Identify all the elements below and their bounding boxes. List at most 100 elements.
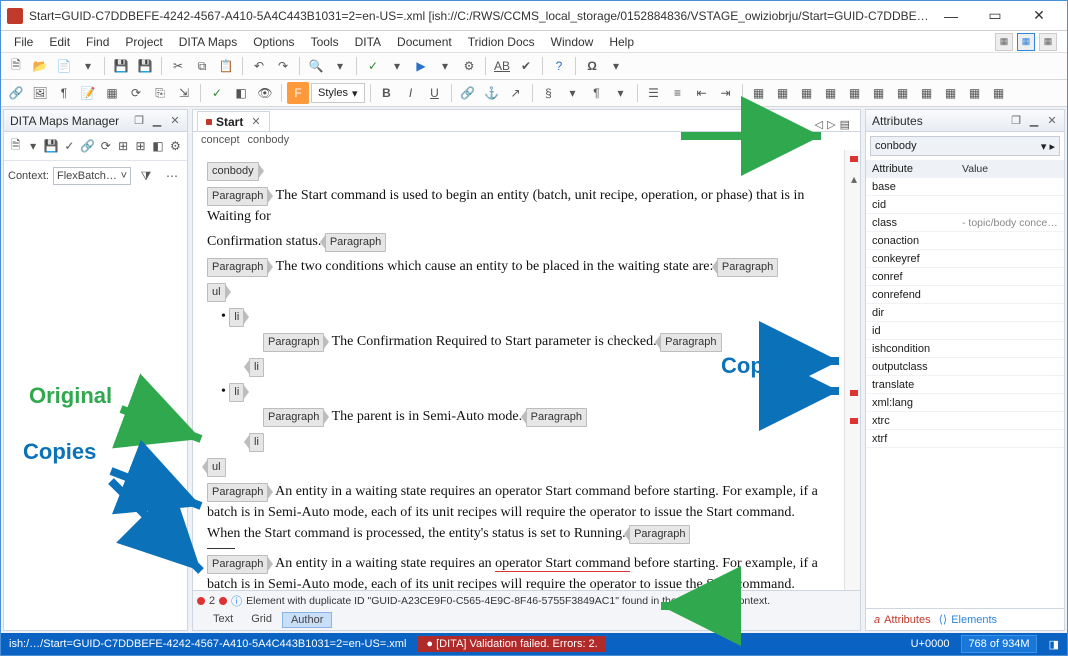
context-filter-icon[interactable]: ⧩ [135,165,157,187]
menu-window[interactable]: Window [544,33,601,51]
minimize-button[interactable]: — [929,2,973,30]
omega-icon[interactable]: Ω [581,55,603,77]
panel-close-icon[interactable]: ✕ [1046,115,1058,127]
editor-content[interactable]: conbody Paragraph The Start command is u… [193,150,844,590]
crumb-concept[interactable]: concept [201,134,240,148]
tag-paragraph[interactable]: Paragraph [207,483,268,502]
attr-row[interactable]: conaction [866,232,1064,250]
attr-value[interactable]: - topic/body concept/co… [962,217,1058,229]
tag-li-close[interactable]: li [249,358,264,377]
context-select[interactable]: FlexBatchUserG… ˅ [53,167,131,185]
grid-icon-4[interactable]: ▦ [820,82,842,104]
table-icon[interactable]: ▦ [101,82,123,104]
menu-dita[interactable]: DITA [348,33,388,51]
panel-close-icon[interactable]: ✕ [169,115,181,127]
error-marker[interactable] [850,156,858,162]
tag-paragraph[interactable]: Paragraph [207,555,268,574]
grid-icon-11[interactable]: ▦ [988,82,1010,104]
tag-paragraph[interactable]: Paragraph [207,187,268,206]
transform-dropdown-icon[interactable]: ▾ [434,55,456,77]
paste-icon[interactable]: 📋 [215,55,237,77]
link-icon[interactable]: 🔗 [5,82,27,104]
underline-button[interactable]: U [424,82,446,104]
validate-dita-icon[interactable]: ✓ [206,82,228,104]
grid-icon-5[interactable]: ▦ [844,82,866,104]
tab-elements[interactable]: ⟨⟩Elements [939,613,997,626]
cut-icon[interactable]: ✂ [167,55,189,77]
reuse-icon[interactable]: ⎘ [149,82,171,104]
menu-project[interactable]: Project [118,33,169,51]
tag-paragraph-close[interactable]: Paragraph [325,233,386,252]
menu-ditamaps[interactable]: DITA Maps [172,33,244,51]
conref-icon[interactable]: ⇲ [173,82,195,104]
attr-row[interactable]: xtrc [866,412,1064,430]
panel-minimize-icon[interactable]: ▁ [1028,115,1040,127]
tag-paragraph-close[interactable]: Paragraph [660,333,721,352]
attr-row[interactable]: conkeyref [866,250,1064,268]
tab-next-icon[interactable]: ▷ [827,118,835,131]
tag-paragraph[interactable]: Paragraph [263,408,324,427]
map-save-icon[interactable]: 💾 [43,135,60,157]
attr-row[interactable]: ishcondition [866,340,1064,358]
view-author[interactable]: Author [282,612,332,628]
profiling-icon[interactable]: ◧ [230,82,252,104]
copy-icon[interactable]: ⧉ [191,55,213,77]
grid-icon-7[interactable]: ▦ [892,82,914,104]
grid-icon-3[interactable]: ▦ [796,82,818,104]
tag-ul[interactable]: ul [207,283,226,302]
section-icon[interactable]: § [538,82,560,104]
refresh-icon[interactable]: ⟳ [125,82,147,104]
context-more-icon[interactable]: ⋯ [161,165,183,187]
grid-icon-2[interactable]: ▦ [772,82,794,104]
tab-close-icon[interactable]: ✕ [251,115,260,128]
pilcrow-dropdown-icon[interactable]: ▾ [610,82,632,104]
tag-paragraph[interactable]: Paragraph [263,333,324,352]
tag-conbody[interactable]: conbody [207,162,259,181]
menu-tridiondocs[interactable]: Tridion Docs [461,33,542,51]
crumb-conbody[interactable]: conbody [248,134,290,148]
attr-row[interactable]: xtrf [866,430,1064,448]
menu-options[interactable]: Options [246,33,301,51]
attr-row[interactable]: conref [866,268,1064,286]
save-icon[interactable]: 💾 [110,55,132,77]
tag-paragraph-close[interactable]: Paragraph [717,258,778,277]
grid-icon-10[interactable]: ▦ [964,82,986,104]
map-refresh-icon[interactable]: ⟳ [98,135,113,157]
error-marker[interactable] [850,390,858,396]
list-ol-icon[interactable]: ≡ [667,82,689,104]
attr-row[interactable]: base [866,178,1064,196]
map-validate-icon[interactable]: ✓ [62,135,77,157]
attr-row[interactable]: outputclass [866,358,1064,376]
panel-minimize-icon[interactable]: ▁ [151,115,163,127]
tab-prev-icon[interactable]: ◁ [815,118,823,131]
omega-dropdown-icon[interactable]: ▾ [605,55,627,77]
indent-icon[interactable]: ⇥ [715,82,737,104]
save-all-icon[interactable]: 💾 [134,55,156,77]
map-gear-icon[interactable]: ⚙ [168,135,183,157]
image-icon[interactable]: 🖼 [29,82,51,104]
status-validation[interactable]: ● [DITA] Validation failed. Errors: 2. [418,636,605,652]
italic-button[interactable]: I [400,82,422,104]
map-insert2-icon[interactable]: ⊞ [133,135,148,157]
attr-row[interactable]: dir [866,304,1064,322]
grid-icon-9[interactable]: ▦ [940,82,962,104]
filter-icon[interactable]: F [287,82,309,104]
tag-paragraph-close[interactable]: Paragraph [629,525,690,544]
xref-icon[interactable]: ↗ [505,82,527,104]
panel-restore-icon[interactable]: ❐ [1010,115,1022,127]
search-icon[interactable]: 🔍 [305,55,327,77]
attr-row[interactable]: cid [866,196,1064,214]
view-text[interactable]: Text [205,612,241,628]
para-icon[interactable]: ¶ [53,82,75,104]
menu-tools[interactable]: Tools [304,33,346,51]
open-file-icon[interactable]: 📄 [53,55,75,77]
map-profile-icon[interactable]: ◧ [150,135,165,157]
tag-paragraph[interactable]: Paragraph [207,258,268,277]
view-grid[interactable]: Grid [243,612,280,628]
attr-row[interactable]: id [866,322,1064,340]
section-dropdown-icon[interactable]: ▾ [562,82,584,104]
validate-icon[interactable]: ✓ [362,55,384,77]
note-icon[interactable]: 📝 [77,82,99,104]
tab-attributes[interactable]: aAttributes [874,614,931,626]
bold-button[interactable]: B [376,82,398,104]
